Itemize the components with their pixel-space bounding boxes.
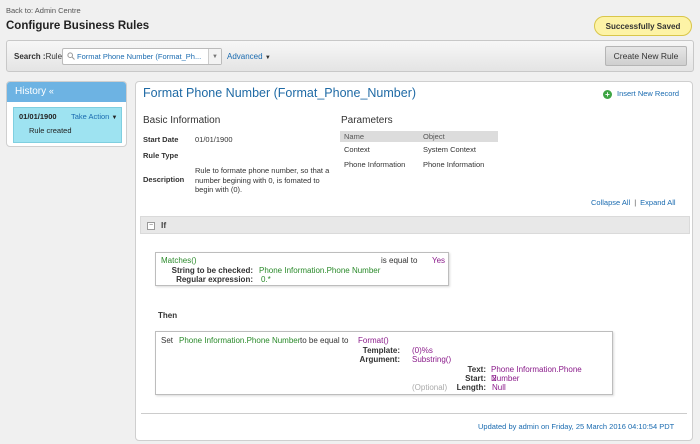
string-to-check-label: String to be checked:: [171, 266, 253, 275]
set-label: Set: [161, 336, 174, 345]
advanced-search-link[interactable]: Advanced ▼: [227, 52, 271, 61]
regular-expression-value[interactable]: 0.*: [261, 275, 271, 284]
if-label: If: [161, 220, 167, 230]
history-header[interactable]: History «: [7, 82, 126, 102]
divider: [141, 413, 687, 414]
param-object: Phone Information: [423, 160, 485, 169]
column-header-object: Object: [419, 131, 498, 142]
caret-down-icon: ▼: [264, 55, 271, 61]
table-row: Context System Context: [340, 142, 498, 157]
advanced-label: Advanced: [227, 52, 263, 61]
history-entry: 01/01/1900 Take Action ▼ Rule created: [13, 107, 122, 143]
status-badge: Successfully Saved: [594, 16, 692, 36]
page-title: Configure Business Rules: [6, 20, 150, 32]
rule-select[interactable]: Format Phone Number (Format_Ph... ▼: [62, 48, 222, 65]
expand-all-link[interactable]: Expand All: [640, 198, 675, 207]
then-label: Then: [158, 311, 178, 320]
action-function[interactable]: Format(): [358, 336, 389, 345]
param-name: Context: [344, 145, 370, 154]
table-row: Phone Information Phone Information: [340, 157, 498, 172]
plus-icon: +: [603, 90, 612, 99]
rule-type-label: Rule Type: [143, 151, 179, 160]
basic-information-heading: Basic Information: [143, 115, 221, 126]
text-label: Text:: [467, 365, 486, 374]
optional-label: (Optional): [412, 383, 448, 392]
search-type-label: Rule: [45, 52, 63, 61]
param-object: System Context: [423, 145, 476, 154]
rule-title: Format Phone Number (Format_Phone_Number…: [143, 86, 417, 100]
if-section-header: − If: [140, 216, 690, 234]
regular-expression-label: Regular expression:: [176, 275, 253, 284]
separator: |: [634, 198, 637, 207]
template-label: Template:: [362, 346, 400, 355]
insert-record-label: Insert New Record: [617, 89, 680, 98]
length-value[interactable]: Null: [492, 383, 506, 392]
search-label-text: Search :: [14, 52, 46, 61]
take-action-menu[interactable]: Take Action ▼: [71, 112, 117, 121]
description-label: Description: [143, 175, 185, 184]
history-entry-date: 01/01/1900: [19, 112, 57, 121]
string-to-check-value[interactable]: Phone Information.Phone Number: [259, 266, 380, 275]
argument-label: Argument:: [359, 355, 400, 364]
start-date-value: 01/01/1900: [195, 135, 233, 144]
start-label: Start:: [465, 374, 486, 383]
condition-function[interactable]: Matches(): [161, 256, 197, 265]
column-header-name: Name: [340, 131, 419, 142]
text-value[interactable]: Phone Information.Phone Number: [491, 365, 612, 383]
description-value: Rule to formate phone number, so that a …: [195, 166, 330, 194]
insert-new-record-link[interactable]: + Insert New Record: [603, 89, 679, 99]
history-entry-text: Rule created: [29, 126, 72, 135]
parameters-table: Name Object Context System Context Phone…: [340, 131, 498, 172]
param-name: Phone Information: [344, 160, 406, 169]
rule-detail-panel: Format Phone Number (Format_Phone_Number…: [135, 81, 693, 441]
action-box[interactable]: Set Phone Information.Phone Number to be…: [155, 331, 613, 395]
caret-down-icon: ▼: [111, 115, 118, 121]
parameters-heading: Parameters: [341, 115, 393, 126]
collapse-expand-controls: Collapse All | Expand All: [591, 198, 676, 207]
back-to-admin-centre-link[interactable]: Back to: Admin Centre: [6, 6, 81, 15]
condition-operator[interactable]: is equal to: [381, 256, 417, 265]
template-value[interactable]: (0)%s: [412, 346, 433, 355]
set-target[interactable]: Phone Information.Phone Number: [179, 336, 300, 345]
create-new-rule-button[interactable]: Create New Rule: [605, 46, 687, 66]
to-be-equal-label: to be equal to: [300, 336, 349, 345]
chevron-down-icon[interactable]: ▼: [208, 49, 221, 64]
search-label: Search :Rule: [14, 52, 62, 61]
search-bar: Search :Rule Format Phone Number (Format…: [6, 40, 694, 72]
history-title: History: [15, 86, 47, 97]
length-label: Length:: [456, 383, 486, 392]
collapse-all-link[interactable]: Collapse All: [591, 198, 630, 207]
argument-value[interactable]: Substring(): [412, 355, 451, 364]
condition-box[interactable]: Matches() is equal to Yes String to be c…: [155, 252, 449, 286]
start-date-label: Start Date: [143, 135, 179, 144]
selected-rule-value: Format Phone Number (Format_Ph...: [77, 52, 202, 61]
history-panel: History « 01/01/1900 Take Action ▼ Rule …: [6, 81, 127, 147]
search-icon: [67, 52, 75, 62]
condition-value[interactable]: Yes: [432, 256, 445, 265]
take-action-label: Take Action: [71, 112, 110, 121]
last-updated-text: Updated by admin on Friday, 25 March 201…: [478, 422, 675, 431]
start-value[interactable]: 2: [492, 374, 496, 383]
collapse-history-icon[interactable]: «: [49, 86, 54, 96]
collapse-toggle-icon[interactable]: −: [147, 222, 155, 230]
